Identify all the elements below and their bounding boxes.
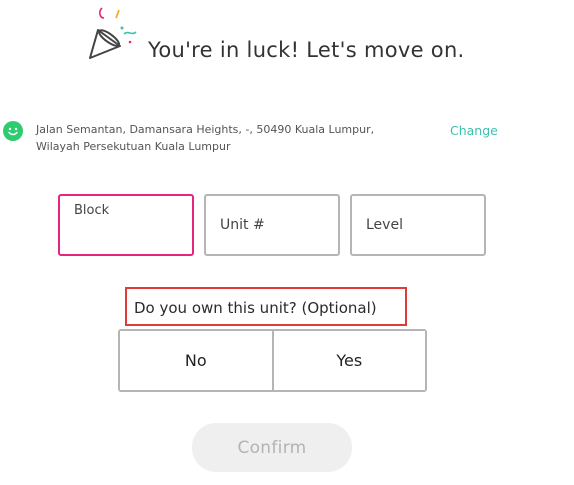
unit-number-input[interactable] xyxy=(218,216,332,234)
level-input[interactable] xyxy=(364,216,478,234)
address-line-2: Wilayah Persekutuan Kuala Lumpur xyxy=(36,140,231,153)
ownership-toggle: No Yes xyxy=(118,329,427,392)
change-address-link[interactable]: Change xyxy=(450,123,498,138)
selected-address: Jalan Semantan, Damansara Heights, -, 50… xyxy=(36,121,396,155)
yes-button[interactable]: Yes xyxy=(271,331,425,390)
unit-number-field[interactable] xyxy=(204,194,340,256)
no-button[interactable]: No xyxy=(120,331,272,390)
party-popper-icon xyxy=(89,7,137,59)
smiley-icon xyxy=(3,121,23,141)
address-line-1: Jalan Semantan, Damansara Heights, -, 50… xyxy=(36,123,375,136)
ownership-question-highlight: Do you own this unit? (Optional) xyxy=(125,287,407,326)
block-field[interactable] xyxy=(58,194,194,256)
level-field[interactable] xyxy=(350,194,486,256)
block-input[interactable] xyxy=(72,202,186,219)
page-title: You're in luck! Let's move on. xyxy=(148,38,465,62)
confirm-button[interactable]: Confirm xyxy=(192,423,352,472)
ownership-question: Do you own this unit? (Optional) xyxy=(134,299,377,317)
